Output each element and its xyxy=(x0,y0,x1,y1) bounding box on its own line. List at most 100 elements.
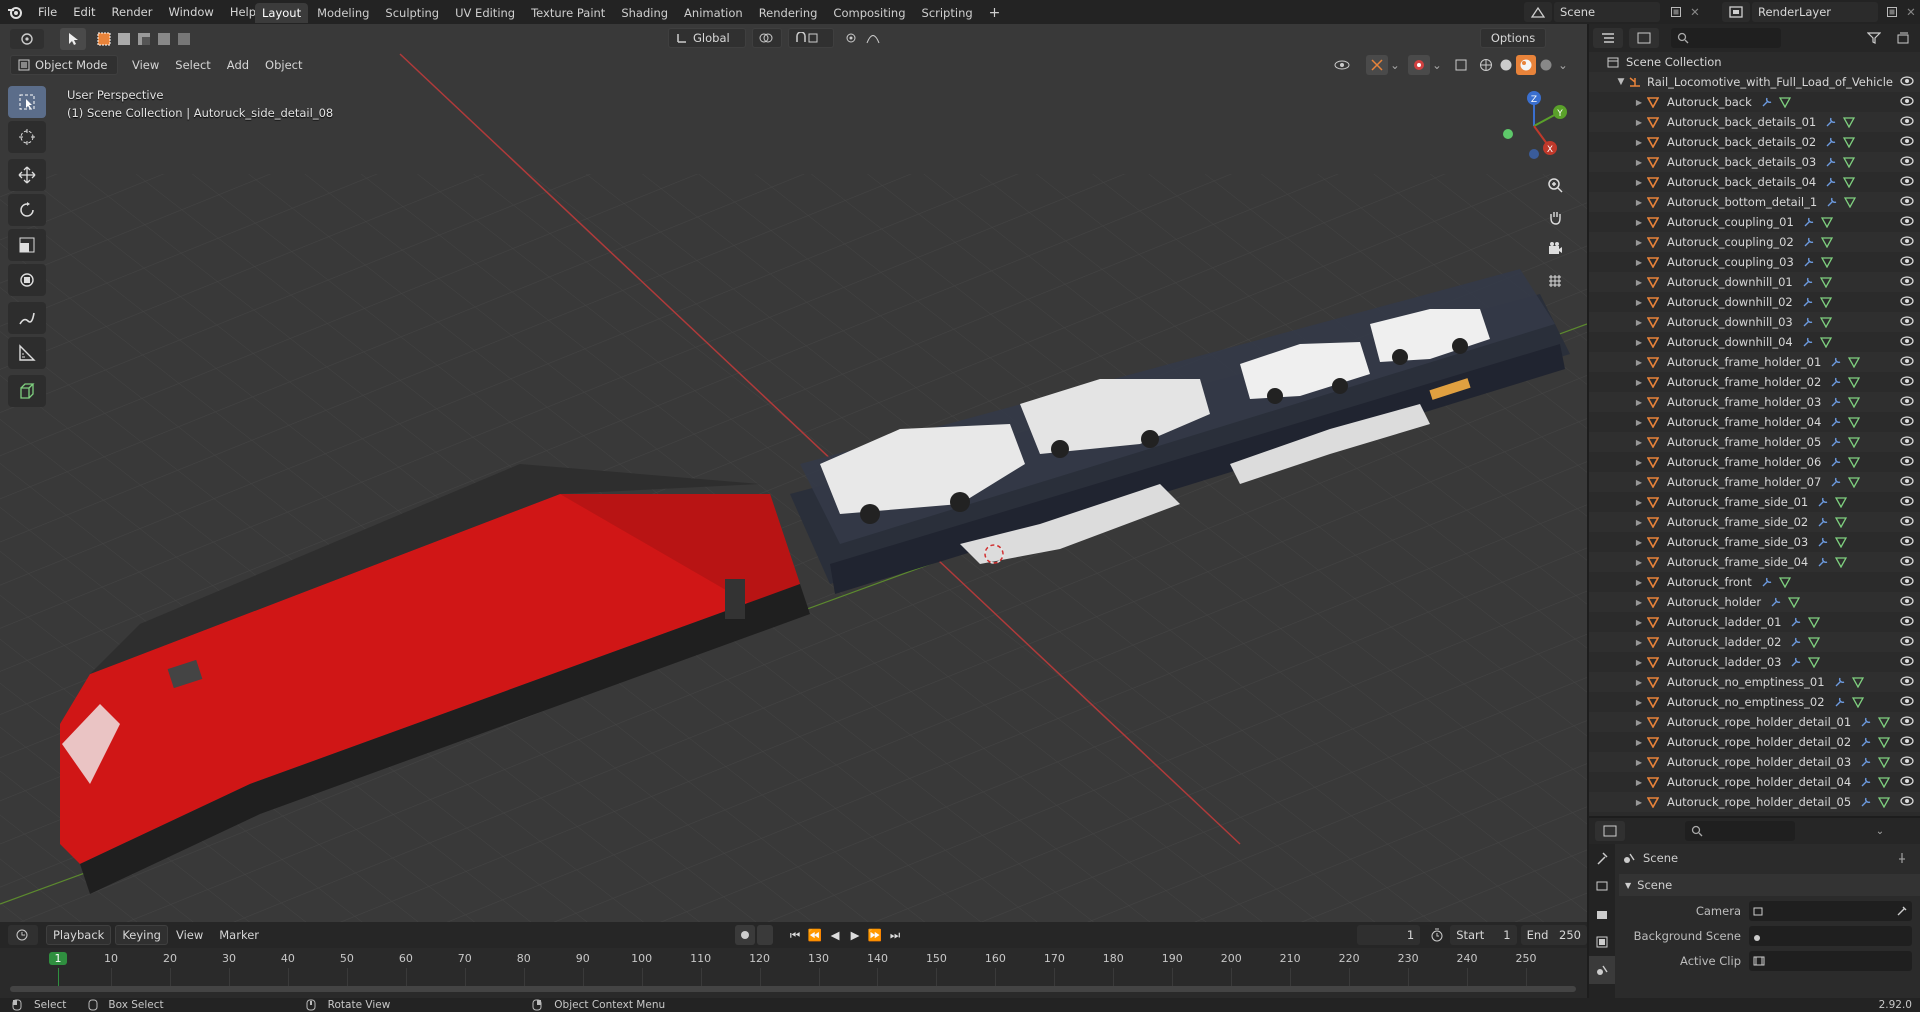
tab-modeling[interactable]: Modeling xyxy=(310,3,376,23)
axis-gizmo[interactable]: Z Y X xyxy=(1494,86,1574,166)
outliner-object-row[interactable]: ▶ Autoruck_coupling_01 xyxy=(1589,212,1920,232)
select-box-tool[interactable] xyxy=(8,86,46,118)
outliner-object-row[interactable]: ▶ Autoruck_coupling_03 xyxy=(1589,252,1920,272)
expand-arrow-icon[interactable]: ▶ xyxy=(1633,698,1645,707)
modifier-wrench-icon[interactable] xyxy=(1824,156,1838,168)
modifier-wrench-icon[interactable] xyxy=(1833,696,1847,708)
outliner-object-row[interactable]: ▶ Autoruck_back_details_04 xyxy=(1589,172,1920,192)
tab-layout[interactable]: Layout xyxy=(255,3,309,23)
overlay-dropdown-icon[interactable]: ⌄ xyxy=(1430,55,1444,75)
select-new-icon[interactable] xyxy=(94,29,114,49)
expand-arrow-icon[interactable]: ▶ xyxy=(1633,578,1645,587)
visibility-eye-icon[interactable] xyxy=(1900,675,1914,687)
outliner-object-row[interactable]: ▶ Autoruck_front xyxy=(1589,572,1920,592)
outliner-object-row[interactable]: ▶ Autoruck_back_details_01 xyxy=(1589,112,1920,132)
cursor-tool[interactable] xyxy=(8,121,46,153)
expand-arrow-icon[interactable]: ▶ xyxy=(1633,638,1645,647)
expand-arrow-icon[interactable]: ▶ xyxy=(1633,778,1645,787)
expand-arrow-icon[interactable]: ▶ xyxy=(1633,158,1645,167)
outliner-object-row[interactable]: ▶ Autoruck_downhill_04 xyxy=(1589,332,1920,352)
expand-arrow-icon[interactable]: ▶ xyxy=(1633,138,1645,147)
outliner-object-row[interactable]: ▶ Autoruck_downhill_03 xyxy=(1589,312,1920,332)
properties-editor-icon[interactable] xyxy=(1595,821,1625,841)
outliner-object-row[interactable]: ▶ Autoruck_rope_holder_detail_05 xyxy=(1589,792,1920,812)
mesh-data-icon[interactable] xyxy=(1851,696,1865,708)
visibility-eye-icon[interactable] xyxy=(1900,235,1914,247)
mesh-data-icon[interactable] xyxy=(1819,316,1833,328)
mesh-data-icon[interactable] xyxy=(1842,156,1856,168)
gizmo-toggle-icon[interactable] xyxy=(1366,55,1388,75)
mesh-data-icon[interactable] xyxy=(1834,536,1848,548)
mesh-data-icon[interactable] xyxy=(1778,96,1792,108)
outliner-object-row[interactable]: ▶ Autoruck_frame_side_01 xyxy=(1589,492,1920,512)
auto-keying-icon[interactable] xyxy=(757,925,774,945)
visibility-eye-icon[interactable] xyxy=(1900,775,1914,787)
expand-arrow-icon[interactable]: ▶ xyxy=(1633,658,1645,667)
expand-arrow-icon[interactable]: ▶ xyxy=(1633,738,1645,747)
view-layer-tab-icon[interactable] xyxy=(1589,928,1615,956)
select-invert-icon[interactable] xyxy=(154,29,174,49)
outliner-object-row[interactable]: ▶ Autoruck_back_details_03 xyxy=(1589,152,1920,172)
mesh-data-icon[interactable] xyxy=(1834,516,1848,528)
outliner-object-row[interactable]: ▶ Autoruck_downhill_02 xyxy=(1589,292,1920,312)
record-button-icon[interactable] xyxy=(735,925,756,945)
modifier-wrench-icon[interactable] xyxy=(1789,656,1803,668)
modifier-wrench-icon[interactable] xyxy=(1816,496,1830,508)
camera-field[interactable] xyxy=(1749,900,1912,921)
expand-arrow-icon[interactable]: ▶ xyxy=(1633,798,1645,807)
expand-arrow-icon[interactable]: ▶ xyxy=(1633,458,1645,467)
mesh-data-icon[interactable] xyxy=(1842,176,1856,188)
tab-compositing[interactable]: Compositing xyxy=(826,3,912,23)
falloff-icon[interactable] xyxy=(862,28,884,48)
rendered-shading-icon[interactable] xyxy=(1536,55,1556,75)
visibility-eye-icon[interactable] xyxy=(1900,275,1914,287)
display-mode-icon[interactable] xyxy=(1629,28,1659,48)
new-render-layer-icon[interactable] xyxy=(1882,2,1902,22)
visibility-eye-icon[interactable] xyxy=(1900,615,1914,627)
mesh-data-icon[interactable] xyxy=(1843,196,1857,208)
outliner-object-row[interactable]: ▶ Autoruck_frame_holder_05 xyxy=(1589,432,1920,452)
expand-arrow-icon[interactable]: ▶ xyxy=(1633,118,1645,127)
expand-arrow-icon[interactable]: ▶ xyxy=(1633,218,1645,227)
visibility-eye-icon[interactable] xyxy=(1900,135,1914,147)
visibility-eye-icon[interactable] xyxy=(1900,375,1914,387)
scale-tool[interactable] xyxy=(8,229,46,261)
expand-arrow-icon[interactable]: ▶ xyxy=(1633,598,1645,607)
outliner-search-input[interactable] xyxy=(1671,28,1781,48)
outliner-object-row[interactable]: ▶ Autoruck_frame_holder_07 xyxy=(1589,472,1920,492)
expand-arrow-icon[interactable]: ▶ xyxy=(1633,258,1645,267)
outliner-object-row[interactable]: ▶ Autoruck_frame_side_02 xyxy=(1589,512,1920,532)
modifier-wrench-icon[interactable] xyxy=(1789,636,1803,648)
expand-arrow-icon[interactable]: ▶ xyxy=(1633,198,1645,207)
tab-scripting[interactable]: Scripting xyxy=(915,3,980,23)
modifier-wrench-icon[interactable] xyxy=(1824,136,1838,148)
overlay-toggle-icon[interactable] xyxy=(1408,55,1430,75)
new-scene-icon[interactable] xyxy=(1666,2,1686,22)
mesh-data-icon[interactable] xyxy=(1820,216,1834,228)
visibility-dropdown-icon[interactable] xyxy=(1330,55,1360,75)
outliner-object-row[interactable]: ▶ Autoruck_no_emptiness_02 xyxy=(1589,692,1920,712)
render-layer-field[interactable]: RenderLayer xyxy=(1752,2,1878,22)
expand-arrow-icon[interactable]: ▶ xyxy=(1633,618,1645,627)
visibility-eye-icon[interactable] xyxy=(1900,515,1914,527)
visibility-eye-icon[interactable] xyxy=(1900,795,1914,807)
select-tool-mode-icon[interactable] xyxy=(60,28,86,50)
outliner-object-row[interactable]: ▶ Autoruck_bottom_detail_1 xyxy=(1589,192,1920,212)
visibility-eye-icon[interactable] xyxy=(1900,575,1914,587)
mesh-data-icon[interactable] xyxy=(1847,436,1861,448)
stopwatch-icon[interactable] xyxy=(1426,925,1448,945)
mesh-data-icon[interactable] xyxy=(1877,776,1891,788)
modifier-wrench-icon[interactable] xyxy=(1769,596,1783,608)
outliner-object-row[interactable]: ▶ Autoruck_frame_holder_06 xyxy=(1589,452,1920,472)
keying-menu[interactable]: Keying xyxy=(115,925,168,945)
pin-icon[interactable] xyxy=(1894,852,1910,864)
mesh-data-icon[interactable] xyxy=(1819,336,1833,348)
outliner-object-row[interactable]: ▶ Autoruck_frame_holder_02 xyxy=(1589,372,1920,392)
expand-arrow-icon[interactable]: ▶ xyxy=(1633,378,1645,387)
modifier-wrench-icon[interactable] xyxy=(1829,356,1843,368)
select-intersect-icon[interactable] xyxy=(174,29,194,49)
mesh-data-icon[interactable] xyxy=(1807,616,1821,628)
jump-start-icon[interactable]: ⏮ xyxy=(785,925,805,945)
menu-select[interactable]: Select xyxy=(167,58,218,72)
visibility-eye-icon[interactable] xyxy=(1900,535,1914,547)
